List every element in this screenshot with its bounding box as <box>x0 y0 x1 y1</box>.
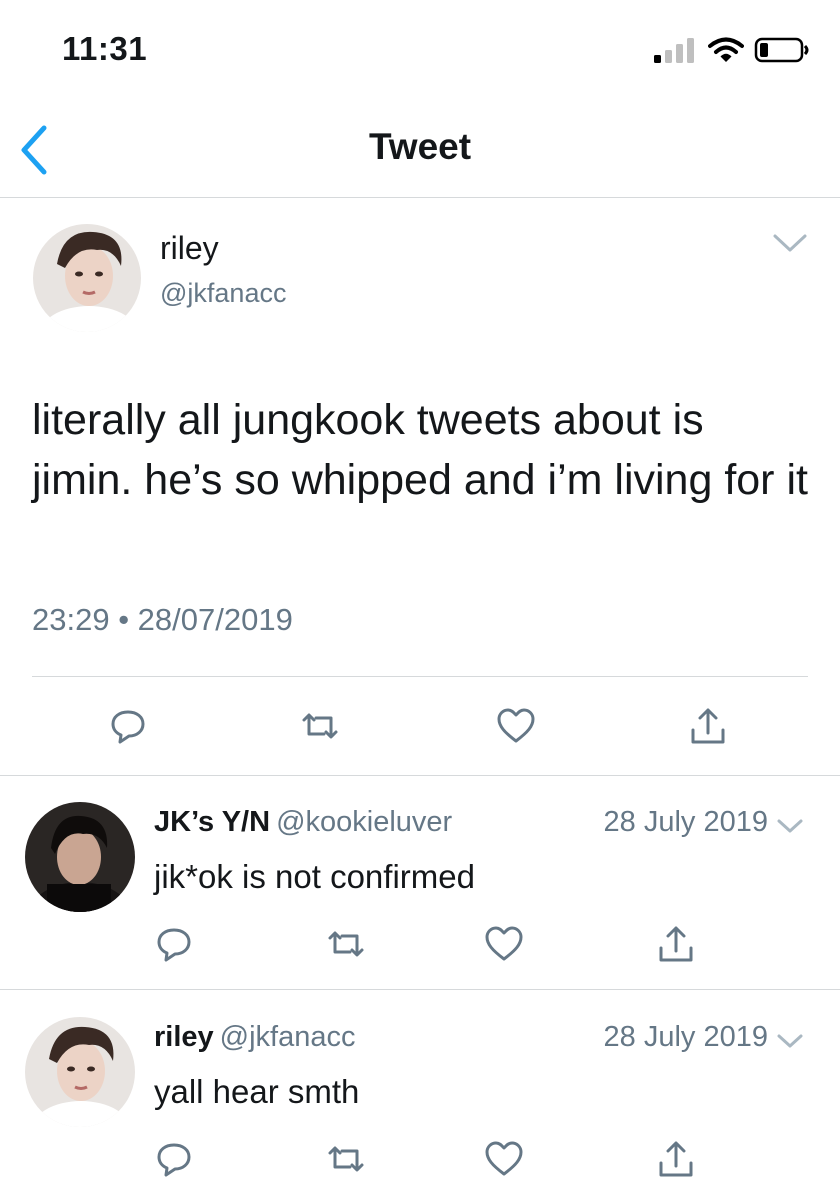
share-button[interactable] <box>686 704 730 748</box>
signal-icon <box>654 38 694 63</box>
tweet-timestamp: 23:29 • 28/07/2019 <box>32 602 293 637</box>
divider <box>32 676 808 677</box>
more-options-button[interactable] <box>776 1033 804 1050</box>
main-tweet: riley @jkfanacc literally all jungkook t… <box>0 198 840 776</box>
status-time: 11:31 <box>62 30 148 67</box>
reply-tweet[interactable]: riley @jkfanacc 28 July 2019 yall hear sm… <box>0 991 840 1200</box>
reply-date: 28 July 2019 <box>603 1021 768 1053</box>
status-icons <box>654 36 810 64</box>
reply-header: JK’s Y/N @kookieluver <box>154 806 452 839</box>
reply-actions <box>0 1137 840 1183</box>
avatar[interactable] <box>33 224 141 332</box>
share-icon <box>659 926 693 962</box>
more-options-button[interactable] <box>776 818 804 835</box>
reply-tweet[interactable]: JK’s Y/N @kookieluver 28 July 2019 jik*ok… <box>0 776 840 990</box>
share-button[interactable] <box>654 1137 698 1181</box>
retweet-button[interactable] <box>324 1137 368 1181</box>
retweet-icon <box>328 931 364 957</box>
status-bar: 11:31 <box>0 0 840 100</box>
heart-icon <box>497 708 535 743</box>
avatar[interactable] <box>25 1017 135 1127</box>
reply-icon <box>111 710 145 744</box>
reply-text: yall hear smth <box>154 1073 360 1110</box>
like-button[interactable] <box>494 704 538 748</box>
reply-date: 28 July 2019 <box>603 806 768 838</box>
heart-icon <box>485 1141 523 1176</box>
reply-header: riley @jkfanacc <box>154 1021 356 1054</box>
author-handle[interactable]: @kookieluver <box>276 806 452 838</box>
reply-actions <box>0 922 840 968</box>
author-handle[interactable]: @jkfanacc <box>160 278 286 309</box>
tweet-actions <box>0 704 840 750</box>
like-button[interactable] <box>482 1137 526 1181</box>
chevron-down-icon <box>773 234 807 252</box>
nav-bar: Tweet <box>0 100 840 198</box>
share-icon <box>659 1141 693 1177</box>
author-name[interactable]: JK’s Y/N <box>154 806 270 838</box>
reply-icon <box>157 1143 191 1177</box>
chevron-down-icon <box>777 1034 803 1048</box>
author-name[interactable]: riley <box>154 1021 214 1053</box>
retweet-icon <box>302 713 338 739</box>
avatar[interactable] <box>25 802 135 912</box>
tweet-text: literally all jungkook tweets about is j… <box>32 396 808 504</box>
reply-button[interactable] <box>152 1137 196 1181</box>
retweet-button[interactable] <box>324 922 368 966</box>
page-title: Tweet <box>368 126 472 167</box>
like-button[interactable] <box>482 922 526 966</box>
author-handle[interactable]: @jkfanacc <box>220 1021 356 1053</box>
more-options-button[interactable] <box>772 232 808 254</box>
reply-button[interactable] <box>152 922 196 966</box>
reply-icon <box>157 928 191 962</box>
wifi-icon <box>708 37 744 62</box>
retweet-icon <box>328 1146 364 1172</box>
heart-icon <box>485 926 523 961</box>
retweet-button[interactable] <box>298 704 342 748</box>
chevron-down-icon <box>777 819 803 833</box>
battery-icon <box>754 37 809 63</box>
share-icon <box>691 708 725 744</box>
reply-text: jik*ok is not confirmed <box>154 858 475 895</box>
author-name[interactable]: riley <box>160 230 219 267</box>
share-button[interactable] <box>654 922 698 966</box>
reply-button[interactable] <box>106 704 150 748</box>
